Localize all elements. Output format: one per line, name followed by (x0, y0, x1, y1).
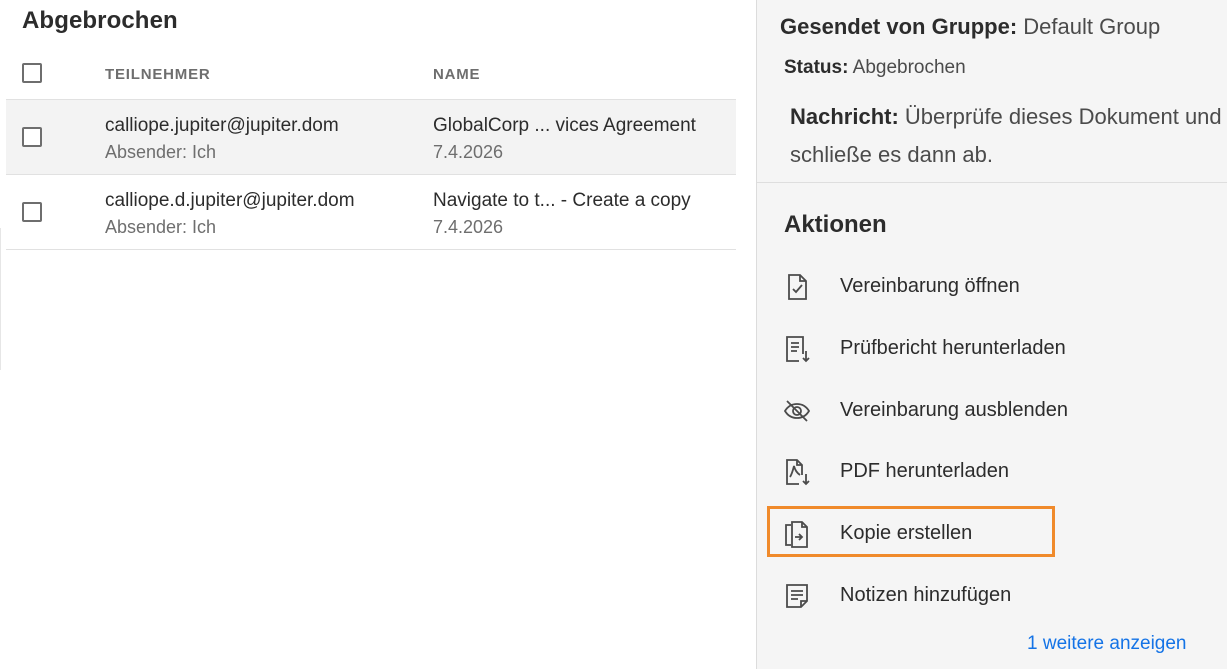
group-value: Default Group (1023, 14, 1161, 39)
name-cell: Navigate to t... - Create a copy 7.4.202… (433, 187, 691, 241)
agreement-name: Navigate to t... - Create a copy (433, 190, 691, 211)
action-download-audit-report[interactable]: Prüfbericht herunterladen (779, 329, 1219, 369)
agreement-name: GlobalCorp ... vices Agreement (433, 115, 696, 136)
action-open-agreement[interactable]: Vereinbarung öffnen (779, 267, 1219, 307)
name-cell: GlobalCorp ... vices Agreement 7.4.2026 (433, 112, 696, 166)
sender-text: Absender: Ich (105, 217, 217, 237)
participant-cell: calliope.d.jupiter@jupiter.dom Absender:… (105, 187, 355, 241)
action-add-notes[interactable]: Notizen hinzufügen (779, 576, 1219, 616)
report-download-icon (782, 334, 812, 364)
pdf-download-icon (782, 457, 812, 487)
status-info: Status: Abgebrochen (784, 57, 966, 79)
panel-edge-divider (0, 228, 2, 370)
agreements-list-panel: Abgebrochen TEILNEHMER NAME calliope.jup… (0, 0, 756, 669)
status-value: Abgebrochen (852, 57, 966, 78)
participant-cell: calliope.jupiter@jupiter.dom Absender: I… (105, 112, 339, 166)
eye-hidden-icon (782, 396, 812, 426)
action-download-pdf[interactable]: PDF herunterladen (779, 452, 1219, 492)
row-checkbox[interactable] (22, 202, 42, 222)
sender-text: Absender: Ich (105, 142, 217, 162)
table-header: TEILNEHMER NAME (6, 55, 736, 100)
agreement-date: 7.4.2026 (433, 142, 504, 162)
action-label: Prüfbericht herunterladen (840, 337, 1066, 359)
row-checkbox[interactable] (22, 127, 42, 147)
action-label: Vereinbarung öffnen (840, 275, 1020, 297)
participant-email: calliope.d.jupiter@jupiter.dom (105, 190, 355, 211)
table-row[interactable]: calliope.jupiter@jupiter.dom Absender: I… (6, 100, 736, 175)
group-info: Gesendet von Gruppe: Default Group (780, 14, 1160, 40)
column-header-participant[interactable]: TEILNEHMER (105, 66, 211, 83)
action-hide-agreement[interactable]: Vereinbarung ausblenden (779, 391, 1219, 431)
agreement-info: Gesendet von Gruppe: Default Group Statu… (757, 0, 1227, 183)
message-label: Nachricht: (790, 104, 899, 129)
participant-email: calliope.jupiter@jupiter.dom (105, 115, 339, 136)
document-check-icon (782, 272, 812, 302)
agreement-date: 7.4.2026 (433, 217, 504, 237)
status-label: Status: (784, 57, 849, 78)
highlight-outline (767, 506, 1055, 557)
table-row[interactable]: calliope.d.jupiter@jupiter.dom Absender:… (6, 175, 736, 250)
group-label: Gesendet von Gruppe: (780, 14, 1018, 39)
message-info: Nachricht: Überprüfe dieses Dokument und… (790, 98, 1227, 174)
show-more-link[interactable]: 1 weitere anzeigen (1027, 633, 1187, 655)
details-panel: Gesendet von Gruppe: Default Group Statu… (756, 0, 1227, 669)
notes-icon (782, 581, 812, 611)
select-all-checkbox[interactable] (22, 63, 42, 83)
action-label: Notizen hinzufügen (840, 584, 1012, 606)
column-header-name[interactable]: NAME (433, 66, 480, 83)
page-title: Abgebrochen (22, 7, 178, 34)
action-label: PDF herunterladen (840, 460, 1009, 482)
action-label: Vereinbarung ausblenden (840, 399, 1068, 421)
actions-title: Aktionen (784, 211, 887, 238)
